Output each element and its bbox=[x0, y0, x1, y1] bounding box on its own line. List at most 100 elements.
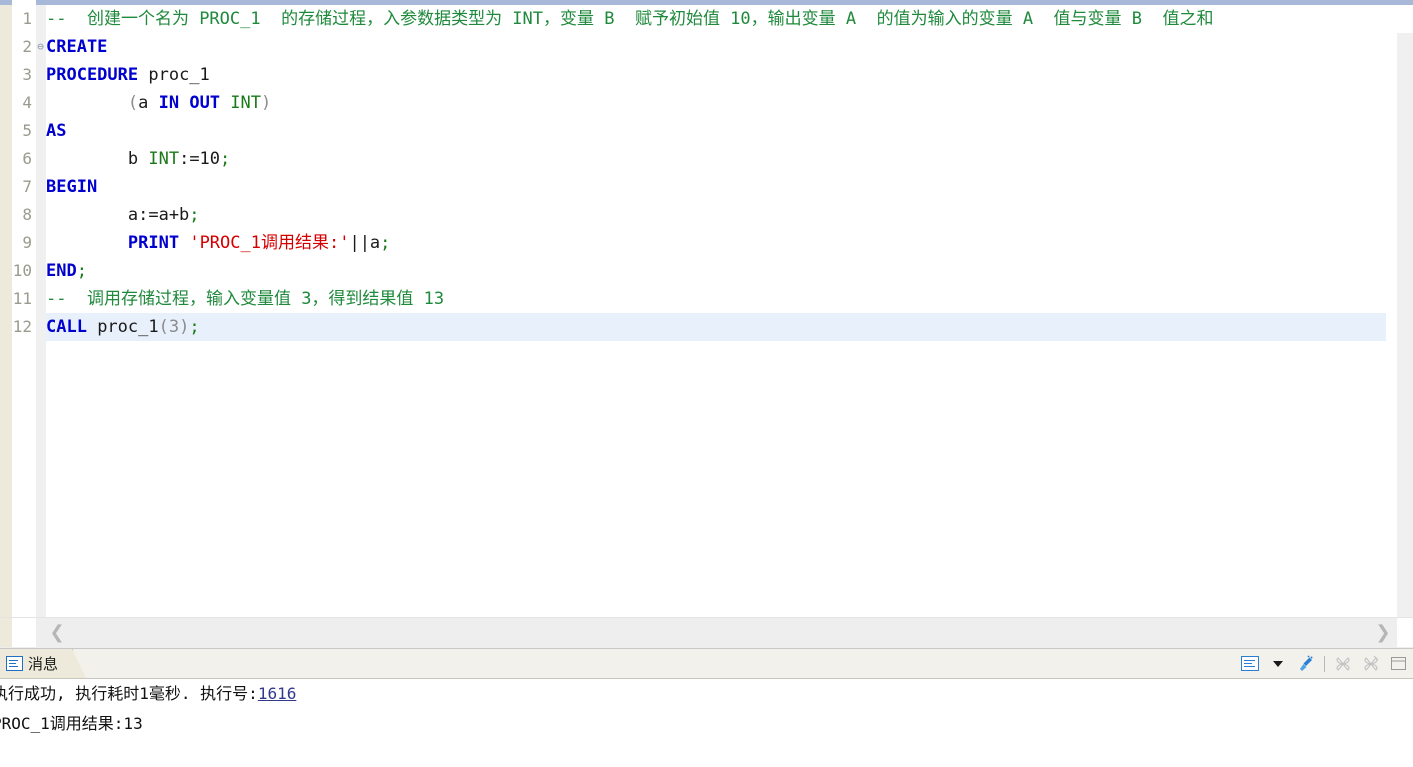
code-line[interactable]: 9 PRINT 'PROC_1调用结果:'||a; bbox=[0, 229, 1413, 257]
message-line: 执行成功, 执行耗时1毫秒. 执行号:1616 bbox=[0, 679, 1413, 709]
hscroll-left-white bbox=[12, 618, 36, 647]
line-number: 4 bbox=[22, 93, 32, 112]
code-token-kw: END bbox=[46, 261, 77, 281]
code-token-cmt: 创建一个名为 PROC_1 的存储过程，入参数据类型为 INT，变量 B 赋予初… bbox=[76, 9, 1214, 29]
code-token-pun: ) bbox=[261, 93, 272, 113]
code-token-typ: INT bbox=[230, 93, 262, 113]
code-token-kw: CREATE bbox=[46, 37, 108, 57]
code-line-list[interactable]: 1 -- 创建一个名为 PROC_1 的存储过程，入参数据类型为 INT，变量 B… bbox=[0, 5, 1413, 341]
code-line[interactable]: 6 b INT:=10; bbox=[0, 145, 1413, 173]
code-token-plain: b bbox=[46, 149, 149, 169]
code-token-typ: ; bbox=[380, 233, 391, 253]
line-number: 5 bbox=[22, 121, 32, 140]
fold-toggle-icon[interactable]: ⊖ bbox=[35, 33, 46, 61]
code-line[interactable]: 11 -- 调用存储过程，输入变量值 3，得到结果值 13 bbox=[0, 285, 1413, 313]
code-line-text: a:=a+b; bbox=[46, 201, 200, 229]
code-token-plain: a bbox=[138, 93, 159, 113]
code-token-kw: CALL bbox=[46, 317, 87, 337]
line-number: 11 bbox=[12, 289, 32, 308]
code-line[interactable]: 10 END; bbox=[0, 257, 1413, 285]
toolbar-separator bbox=[1324, 655, 1325, 672]
line-number: 9 bbox=[22, 233, 32, 252]
code-line[interactable]: 7 BEGIN bbox=[0, 173, 1413, 201]
line-number: 6 bbox=[22, 149, 32, 168]
code-token-plain: proc_1 bbox=[138, 65, 210, 85]
line-number: 1 bbox=[22, 9, 32, 28]
code-token-plain: a:=a+b bbox=[46, 205, 190, 225]
clear-broom-icon[interactable] bbox=[1296, 654, 1316, 674]
editor-horizontal-scrollbar[interactable]: ❮ ❯ bbox=[0, 617, 1413, 649]
code-line-text: AS bbox=[46, 117, 66, 145]
code-line-text: PROCEDURE proc_1 bbox=[46, 61, 210, 89]
code-token-kw: BEGIN bbox=[46, 177, 98, 197]
line-number: 10 bbox=[12, 261, 32, 280]
sql-editor-area[interactable]: 1 -- 创建一个名为 PROC_1 的存储过程，入参数据类型为 INT，变量 B… bbox=[0, 5, 1413, 617]
bottom-panel-tabbar: 消息 bbox=[0, 649, 1413, 679]
close-others-icon bbox=[1361, 654, 1381, 674]
wrap-lines-icon[interactable] bbox=[1240, 654, 1260, 674]
close-all-icon bbox=[1333, 654, 1353, 674]
code-token-kw: PROCEDURE bbox=[46, 65, 139, 85]
tab-skew-edge bbox=[72, 649, 87, 678]
code-line-text: CALL proc_1(3); bbox=[46, 313, 200, 341]
messages-output[interactable]: 执行成功, 执行耗时1毫秒. 执行号:1616 PROC_1调用结果:13 bbox=[0, 679, 1413, 767]
code-token-plain: ||a bbox=[349, 233, 381, 253]
panel-layout-icon[interactable] bbox=[1389, 654, 1409, 674]
scrollbar-top-gap bbox=[1397, 5, 1413, 33]
code-token-plain: proc_1 bbox=[86, 317, 159, 337]
code-token-typ: ; bbox=[76, 261, 87, 281]
code-line[interactable]: 4 (a IN OUT INT) bbox=[0, 89, 1413, 117]
code-token-pun: ( bbox=[127, 93, 139, 113]
code-token-typ: ; bbox=[189, 317, 200, 337]
bottom-panel-toolbar bbox=[1240, 649, 1411, 678]
code-line-text: BEGIN bbox=[46, 173, 97, 201]
line-number: 2 bbox=[22, 37, 32, 56]
code-line-text: (a IN OUT INT) bbox=[46, 89, 271, 117]
code-line[interactable]: 3 PROCEDURE proc_1 bbox=[0, 61, 1413, 89]
code-token-typ: INT bbox=[148, 149, 180, 169]
message-text: 执行成功, 执行耗时1毫秒. 执行号: bbox=[0, 684, 258, 703]
code-token-kw: IN OUT bbox=[158, 93, 221, 113]
hscroll-left-cream bbox=[0, 618, 12, 647]
code-token-pun: (3) bbox=[158, 317, 190, 337]
scroll-left-arrow-icon[interactable]: ❮ bbox=[46, 618, 68, 647]
line-number: 3 bbox=[22, 65, 32, 84]
code-line-text: -- 调用存储过程，输入变量值 3，得到结果值 13 bbox=[46, 285, 444, 313]
code-line[interactable]: 1 -- 创建一个名为 PROC_1 的存储过程，入参数据类型为 INT，变量 B… bbox=[0, 5, 1413, 33]
code-line[interactable]: 2 ⊖ CREATE bbox=[0, 33, 1413, 61]
code-token-typ: ; bbox=[220, 149, 231, 169]
execution-id-link[interactable]: 1616 bbox=[258, 684, 297, 703]
line-number: 12 bbox=[12, 317, 32, 336]
code-token-kw: AS bbox=[46, 121, 67, 141]
message-lines-icon bbox=[6, 656, 23, 671]
hscroll-right-white bbox=[1397, 618, 1413, 647]
code-line[interactable]: 8 a:=a+b; bbox=[0, 201, 1413, 229]
tab-messages[interactable]: 消息 bbox=[0, 649, 87, 678]
code-token-kw: PRINT bbox=[127, 233, 180, 253]
line-number: 8 bbox=[22, 205, 32, 224]
chevron-down-icon[interactable] bbox=[1268, 654, 1288, 674]
tab-messages-label: 消息 bbox=[28, 655, 59, 673]
code-token-cmt: -- bbox=[46, 289, 77, 309]
code-line-text: -- 创建一个名为 PROC_1 的存储过程，入参数据类型为 INT，变量 B … bbox=[46, 5, 1213, 33]
editor-vertical-scrollbar[interactable] bbox=[1397, 5, 1413, 617]
code-token-plain: :=10 bbox=[179, 149, 221, 169]
code-token-cmt: 调用存储过程，输入变量值 3，得到结果值 13 bbox=[76, 289, 445, 309]
code-line-text: END; bbox=[46, 257, 87, 285]
code-token-str: 'PROC_1调用结果:' bbox=[189, 233, 350, 253]
code-line-text: b INT:=10; bbox=[46, 145, 230, 173]
message-line: PROC_1调用结果:13 bbox=[0, 709, 1413, 739]
code-token-cmt: -- bbox=[46, 9, 77, 29]
message-text: PROC_1调用结果:13 bbox=[0, 714, 143, 733]
code-line-text: CREATE bbox=[46, 33, 107, 61]
code-token-typ: ; bbox=[189, 205, 200, 225]
code-line[interactable]: 12 CALL proc_1(3); bbox=[0, 313, 1413, 341]
code-line-text: PRINT 'PROC_1调用结果:'||a; bbox=[46, 229, 391, 257]
line-number: 7 bbox=[22, 177, 32, 196]
scroll-right-arrow-icon[interactable]: ❯ bbox=[1372, 618, 1394, 647]
code-line[interactable]: 5 AS bbox=[0, 117, 1413, 145]
